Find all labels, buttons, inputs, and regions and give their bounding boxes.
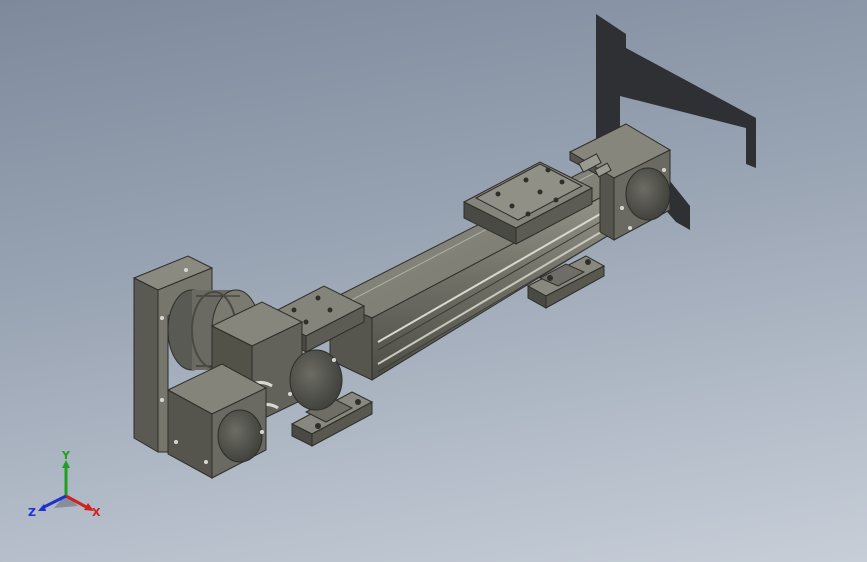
cad-model-canvas[interactable] [0, 0, 867, 562]
graphics-viewport[interactable]: Y X Z [0, 0, 867, 562]
lower-motor-block[interactable] [166, 363, 268, 479]
x-axis-label: X [92, 506, 101, 519]
coordinate-triad: Y X Z [28, 450, 101, 519]
z-axis-label: Z [28, 506, 36, 519]
y-axis-label: Y [61, 450, 71, 462]
